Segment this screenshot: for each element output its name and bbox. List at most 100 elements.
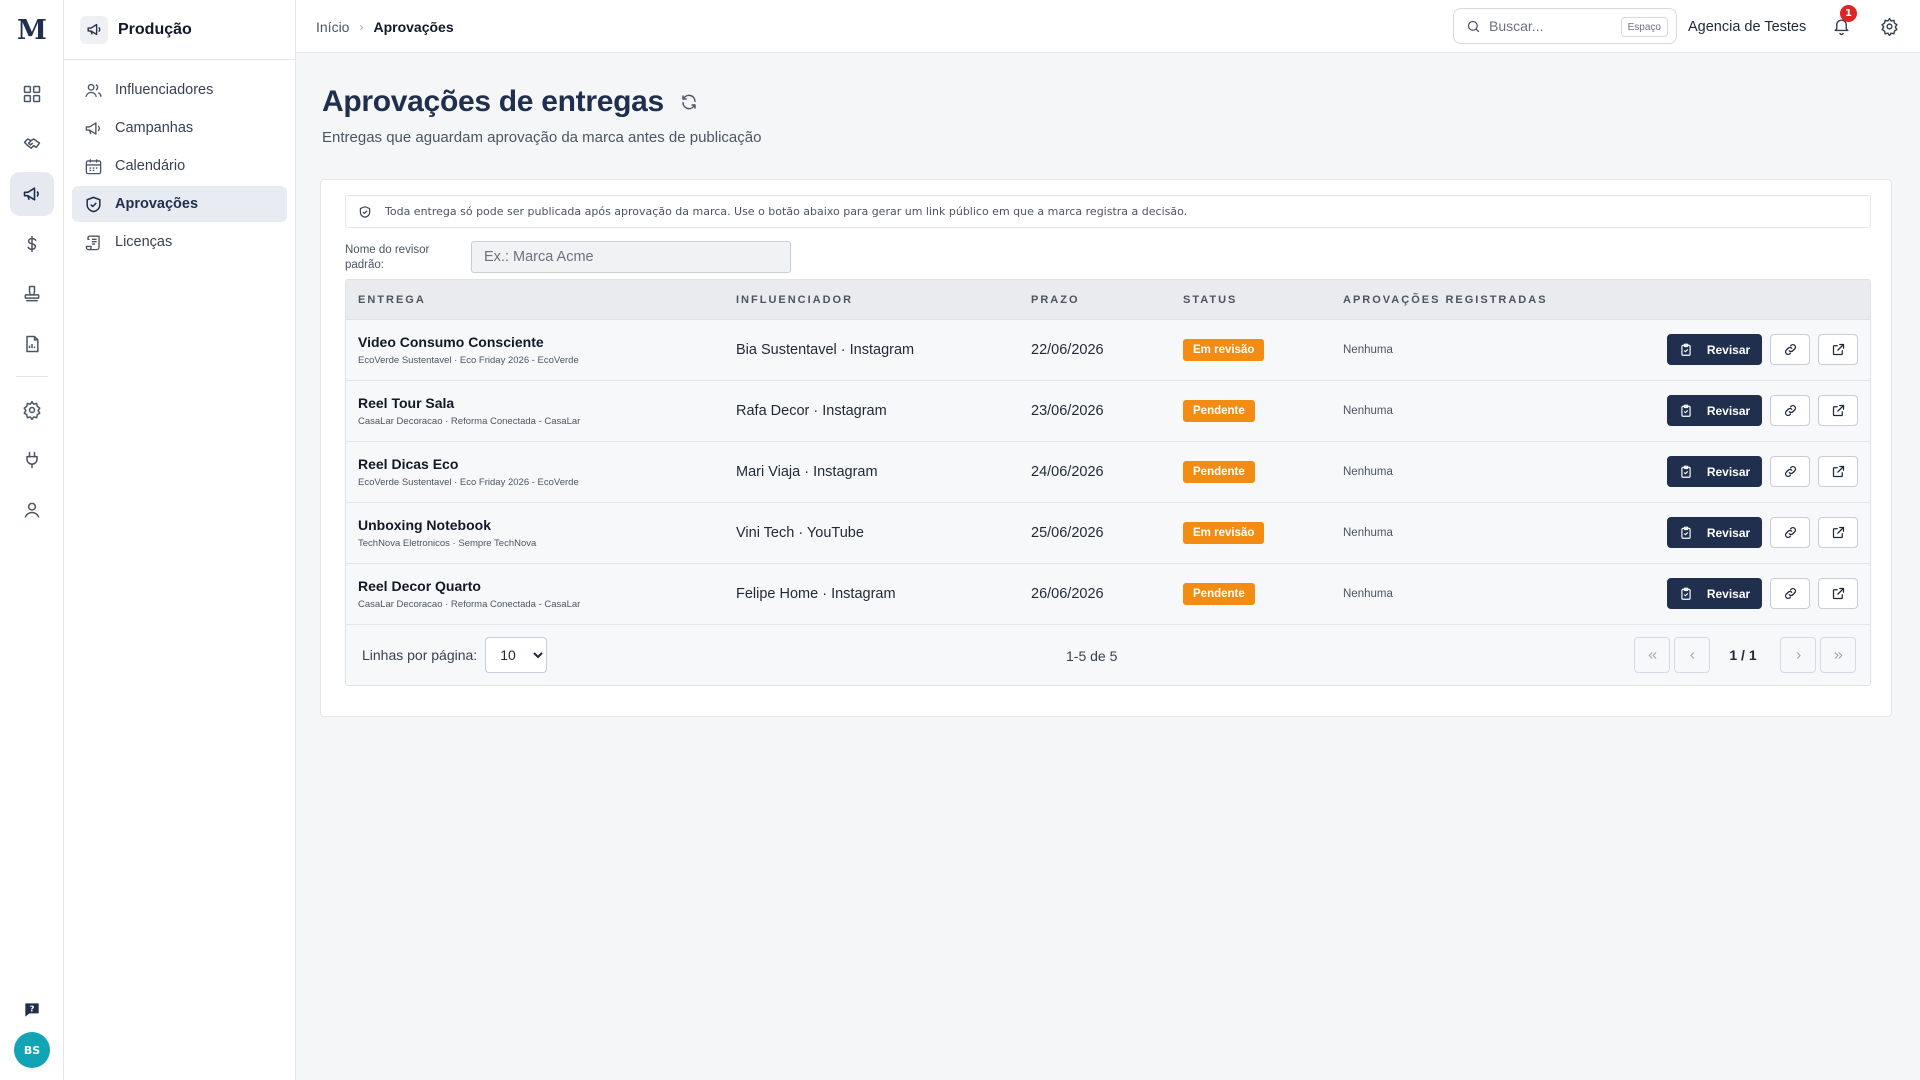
column-header-entrega[interactable]: ENTREGA [358,280,426,320]
clipboard-icon [1681,526,1691,539]
copy-link-button[interactable] [1770,395,1810,426]
table-row: Video Consumo Consciente EcoVerde Susten… [346,320,1870,381]
delivery-title: Reel Decor Quarto [358,578,481,594]
rows-per-page: Linhas por página: 10 [362,637,548,673]
chevrons-right-icon [1834,651,1842,659]
report-icon[interactable] [10,322,54,366]
shield-check-icon [359,205,371,218]
svg-text:?: ? [30,1003,35,1013]
search-shortcut-hint: Espaço [1620,17,1668,37]
delivery-cell: Reel Decor Quarto CasaLar Decoracao · Re… [358,564,580,624]
search-box[interactable]: Espaço [1453,8,1677,44]
status-cell: Em revisão [1183,503,1265,563]
open-external-button[interactable] [1818,334,1858,365]
clipboard-icon [1681,465,1691,478]
settings-icon[interactable] [10,388,54,432]
copy-link-button[interactable] [1770,517,1810,548]
column-header-status[interactable]: STATUS [1183,280,1237,320]
external-link-icon [1832,587,1844,600]
delivery-title: Reel Tour Sala [358,395,455,411]
link-icon [1784,466,1796,477]
review-button[interactable]: Revisar [1667,517,1762,548]
sidebar-item-label: Aprovações [115,196,199,212]
approvals-table: ENTREGA INFLUENCIADOR PRAZO STATUS APROV… [345,279,1871,686]
approvals-cell: Nenhuma [1343,466,1393,478]
avatar[interactable]: BS [14,1032,50,1068]
rail-divider [16,376,48,377]
sidebar-item-campanhas[interactable]: Campanhas [72,110,287,146]
deadline-cell: 25/06/2026 [1031,525,1104,541]
dashboard-icon[interactable] [10,72,54,116]
delivery-subtitle: TechNova Eletronicos · Sempre TechNova [358,538,537,549]
sidebar-header: Produção [64,0,295,60]
status-cell: Pendente [1183,564,1255,624]
sidebar-item-label: Licenças [115,234,173,250]
calendar-icon [85,158,102,174]
review-button-label: Revisar [1706,342,1751,357]
copy-link-button[interactable] [1770,456,1810,487]
link-icon [1784,405,1796,416]
reviewer-name-input[interactable] [471,241,791,273]
delivery-title: Video Consumo Consciente [358,334,544,350]
clipboard-icon [1681,343,1691,356]
sidebar-item-label: Calendário [115,158,186,174]
gear-icon[interactable] [1877,14,1901,38]
review-button-label: Revisar [1706,464,1751,479]
open-external-button[interactable] [1818,517,1858,548]
sidebar-item-influenciadores[interactable]: Influenciadores [72,72,287,108]
review-button-label: Revisar [1706,586,1751,601]
megaphone-icon[interactable] [10,172,54,216]
copy-link-button[interactable] [1770,578,1810,609]
review-button-label: Revisar [1706,525,1751,540]
sidebar-item-calendario[interactable]: Calendário [72,148,287,184]
dollar-icon[interactable] [10,222,54,266]
open-external-button[interactable] [1818,456,1858,487]
table-row: Reel Decor Quarto CasaLar Decoracao · Re… [346,564,1870,625]
open-external-button[interactable] [1818,578,1858,609]
megaphone-icon [80,15,108,44]
review-button[interactable]: Revisar [1667,334,1762,365]
plug-icon[interactable] [10,438,54,482]
open-external-button[interactable] [1818,395,1858,426]
refresh-icon[interactable] [680,93,698,111]
external-link-icon [1832,404,1844,417]
search-input[interactable] [1489,18,1609,34]
status-badge: Em revisão [1183,522,1265,544]
sidebar-item-aprovacoes[interactable]: Aprovações [72,186,287,222]
last-page-button[interactable] [1820,637,1856,673]
first-page-button[interactable] [1634,637,1670,673]
column-header-aprovacoes[interactable]: APROVAÇÕES REGISTRADAS [1343,280,1548,320]
status-badge: Em revisão [1183,339,1265,361]
column-header-influenciador[interactable]: INFLUENCIADOR [736,280,853,320]
breadcrumb-home[interactable]: Início [316,19,349,35]
stamp-icon[interactable] [10,272,54,316]
next-page-button[interactable] [1780,637,1816,673]
copy-link-button[interactable] [1770,334,1810,365]
delivery-subtitle: EcoVerde Sustentavel · Eco Friday 2026 -… [358,355,579,366]
review-button[interactable]: Revisar [1667,456,1762,487]
top-bar: Início › Aprovações Espaço Agencia de Te… [296,0,1920,53]
column-header-prazo[interactable]: PRAZO [1031,280,1080,320]
app-logo[interactable]: M [14,12,50,48]
status-badge: Pendente [1183,583,1255,605]
icon-rail: M ? BS [0,0,64,1080]
review-button-label: Revisar [1706,403,1751,418]
prev-page-button[interactable] [1674,637,1710,673]
status-badge: Pendente [1183,400,1255,422]
organization-name[interactable]: Agencia de Testes [1688,0,1806,53]
help-icon[interactable]: ? [20,998,44,1022]
user-icon[interactable] [10,488,54,532]
row-actions: Revisar [1667,334,1858,365]
delivery-title: Reel Dicas Eco [358,456,459,472]
review-button[interactable]: Revisar [1667,395,1762,426]
handshake-icon[interactable] [10,122,54,166]
sidebar-item-licencas[interactable]: Licenças [72,224,287,260]
chevrons-left-icon [1648,651,1656,659]
external-link-icon [1832,465,1844,478]
row-actions: Revisar [1667,395,1858,426]
review-button[interactable]: Revisar [1667,578,1762,609]
pagination: 1 / 1 [1630,637,1856,673]
rows-per-page-select[interactable]: 10 [485,637,548,673]
delivery-subtitle: CasaLar Decoracao · Reforma Conectada - … [358,416,581,427]
approvals-card: Toda entrega só pode ser publicada após … [320,179,1892,717]
